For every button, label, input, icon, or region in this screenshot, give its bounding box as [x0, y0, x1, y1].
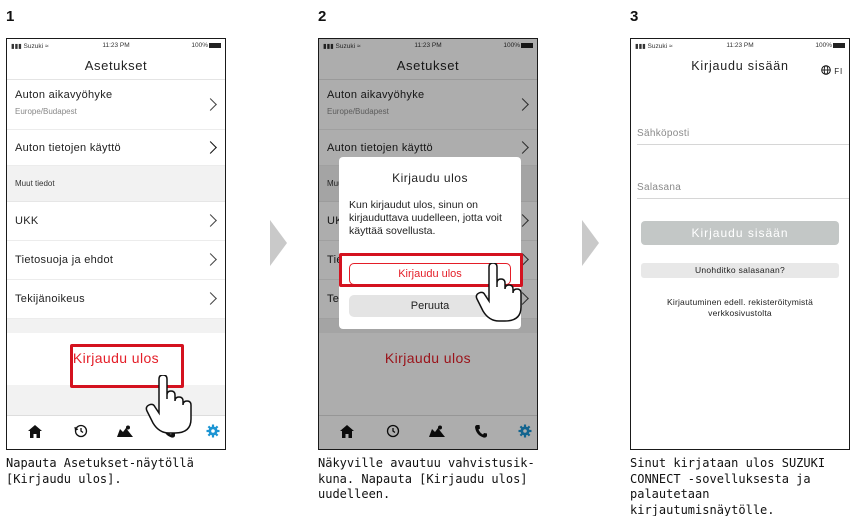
status-bar: ▮▮▮ Suzuki ≈ 11:23 PM 100%	[631, 39, 849, 53]
settings-row-car-data[interactable]: Auton tietojen käyttö	[7, 130, 225, 166]
dialog-title: Kirjaudu ulos	[392, 171, 468, 185]
forgot-password-button[interactable]: Unohditko salasanan?	[641, 263, 839, 278]
copyright-label: Tekijänoikeus	[15, 293, 85, 305]
section-header: Muut tiedot	[7, 166, 225, 202]
status-bar: ▮▮▮ Suzuki ≈ 11:23 PM 100%	[7, 39, 225, 53]
login-button[interactable]: Kirjaudu sisään	[641, 221, 839, 245]
step-number-1: 1	[6, 8, 15, 25]
register-info-text: Kirjautuminen edell. rekisteröitymistä v…	[666, 297, 813, 318]
step-number-2: 2	[318, 8, 327, 25]
step-caption-1: Napauta Asetukset-näytöllä [Kirjaudu ulo…	[6, 456, 194, 486]
settings-row-timezone[interactable]: Auton aikavyöhyke Europe/Budapest	[7, 80, 225, 130]
timezone-value: Europe/Budapest	[15, 107, 77, 116]
step-arrow-icon	[582, 220, 599, 266]
page-title: Kirjaudu sisään	[691, 59, 789, 73]
password-field[interactable]: Salasana	[637, 173, 849, 199]
battery-indicator: 100%	[815, 42, 845, 49]
step-number-3: 3	[630, 8, 639, 25]
home-icon[interactable]	[25, 423, 45, 443]
settings-row-faq[interactable]: UKK	[7, 202, 225, 241]
phone-screen-login: ▮▮▮ Suzuki ≈ 11:23 PM 100% Kirjaudu sisä…	[630, 38, 850, 450]
phone-screen-settings: ▮▮▮ Suzuki ≈ 11:23 PM 100% Asetukset Aut…	[6, 38, 226, 450]
language-code: FI	[834, 67, 843, 76]
phone-screen-dialog: ▮▮▮ Suzuki ≈ 11:23 PM 100% Asetukset Aut…	[318, 38, 538, 450]
timezone-label: Auton aikavyöhyke	[15, 89, 113, 101]
step-caption-2: Näkyville avautuu vahvistusik-kuna. Napa…	[318, 456, 535, 501]
password-placeholder: Salasana	[637, 182, 682, 193]
spacer	[7, 319, 225, 333]
settings-row-copyright[interactable]: Tekijänoikeus	[7, 280, 225, 319]
gear-icon[interactable]	[203, 423, 223, 443]
faq-label: UKK	[15, 215, 39, 227]
battery-indicator: 100%	[191, 42, 221, 49]
hand-pointer-icon	[475, 263, 522, 322]
settings-row-privacy[interactable]: Tietosuoja ja ehdot	[7, 241, 225, 280]
dialog-message: Kun kirjaudut ulos, sinun on kirjaudutta…	[349, 199, 502, 237]
history-icon[interactable]	[71, 423, 91, 443]
globe-icon	[821, 65, 832, 75]
privacy-label: Tietosuoja ja ehdot	[15, 254, 114, 266]
map-icon[interactable]	[115, 423, 135, 443]
step-arrow-icon	[270, 220, 287, 266]
step-caption-3: Sinut kirjataan ulos SUZUKI CONNECT -sov…	[630, 456, 826, 516]
login-header: Kirjaudu sisään FI	[631, 53, 849, 81]
car-data-label: Auton tietojen käyttö	[15, 142, 121, 154]
page-title: Asetukset	[7, 53, 225, 80]
email-placeholder: Sähköposti	[637, 128, 690, 139]
language-selector[interactable]: FI	[821, 59, 843, 85]
email-field[interactable]: Sähköposti	[637, 119, 849, 145]
hand-pointer-icon	[145, 375, 192, 434]
